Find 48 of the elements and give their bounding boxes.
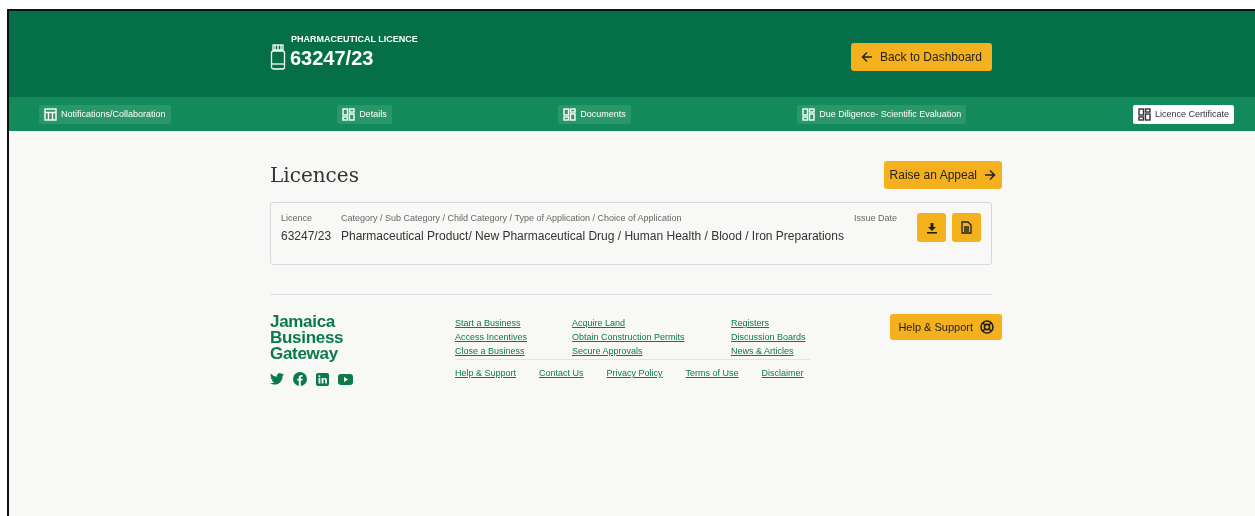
footer-link[interactable]: Contact Us bbox=[539, 368, 584, 378]
document-button[interactable] bbox=[952, 213, 981, 242]
footer-link[interactable]: Privacy Policy bbox=[606, 368, 663, 378]
column-label: Category / Sub Category / Child Category / Type of Application / Choice of Application bbox=[341, 213, 683, 223]
footer-link[interactable]: Access Incentives bbox=[455, 332, 572, 342]
bottle-icon bbox=[270, 44, 286, 70]
arrow-left-icon bbox=[860, 51, 873, 63]
footer-link[interactable]: Acquire Land bbox=[572, 318, 731, 328]
f-logo-icon[interactable] bbox=[293, 372, 307, 386]
tab[interactable]: Notifications/Collaboration bbox=[39, 104, 171, 124]
play-icon[interactable] bbox=[338, 373, 353, 385]
grid-icon bbox=[802, 107, 816, 121]
footer-link[interactable]: Registers bbox=[731, 318, 806, 328]
footer-link[interactable]: Secure Approvals bbox=[572, 346, 731, 356]
footer-link[interactable]: Obtain Construction Permits bbox=[572, 332, 731, 342]
download-button[interactable] bbox=[917, 213, 946, 242]
grid-icon bbox=[342, 107, 356, 121]
tab[interactable]: Licence Certificate bbox=[1132, 104, 1234, 124]
table-cell-text: 63247/23 bbox=[281, 229, 333, 243]
table-icon bbox=[44, 107, 57, 121]
arrow-right-icon bbox=[984, 169, 996, 181]
download-icon bbox=[925, 221, 938, 234]
document-icon bbox=[961, 221, 972, 234]
footer-link[interactable]: Help & Support bbox=[455, 368, 517, 378]
footer-link[interactable]: Start a Business bbox=[455, 318, 572, 328]
help-button[interactable]: Help & Support bbox=[890, 314, 1002, 340]
back-button[interactable]: Back to Dashboard bbox=[850, 43, 992, 71]
bird-icon[interactable] bbox=[270, 373, 284, 385]
tab[interactable]: Due Diligence- Scientific Evaluation bbox=[797, 104, 967, 124]
footer-link[interactable]: Discussion Boards bbox=[731, 332, 806, 342]
in-logo-icon[interactable] bbox=[316, 372, 329, 386]
lifebuoy-icon bbox=[980, 320, 994, 334]
tab[interactable]: Details bbox=[337, 104, 392, 124]
tab[interactable]: Documents bbox=[558, 104, 631, 124]
licence-type: PHARMACEUTICAL LICENCE bbox=[291, 34, 418, 44]
site-logo: Jamaica Business Gateway bbox=[270, 314, 345, 362]
footer-link[interactable]: News & Articles bbox=[731, 346, 806, 356]
column-label: Issue Date bbox=[854, 213, 899, 223]
appeal-button[interactable]: Raise an Appeal bbox=[883, 161, 1002, 189]
footer-link[interactable]: Close a Business bbox=[455, 346, 572, 356]
footer-link[interactable]: Terms of Use bbox=[685, 368, 739, 378]
licence-number: 63247/23 bbox=[290, 47, 375, 70]
footer-link[interactable]: Disclaimer bbox=[761, 368, 804, 378]
grid-icon bbox=[563, 107, 577, 121]
page-title: Licences bbox=[270, 163, 359, 187]
grid-icon bbox=[1137, 107, 1151, 121]
column-label: Licence bbox=[281, 213, 314, 223]
table-cell-text: Pharmaceutical Product/ New Pharmaceutical Drug / Human Health / Blood / Iron Preparations bbox=[341, 229, 845, 243]
